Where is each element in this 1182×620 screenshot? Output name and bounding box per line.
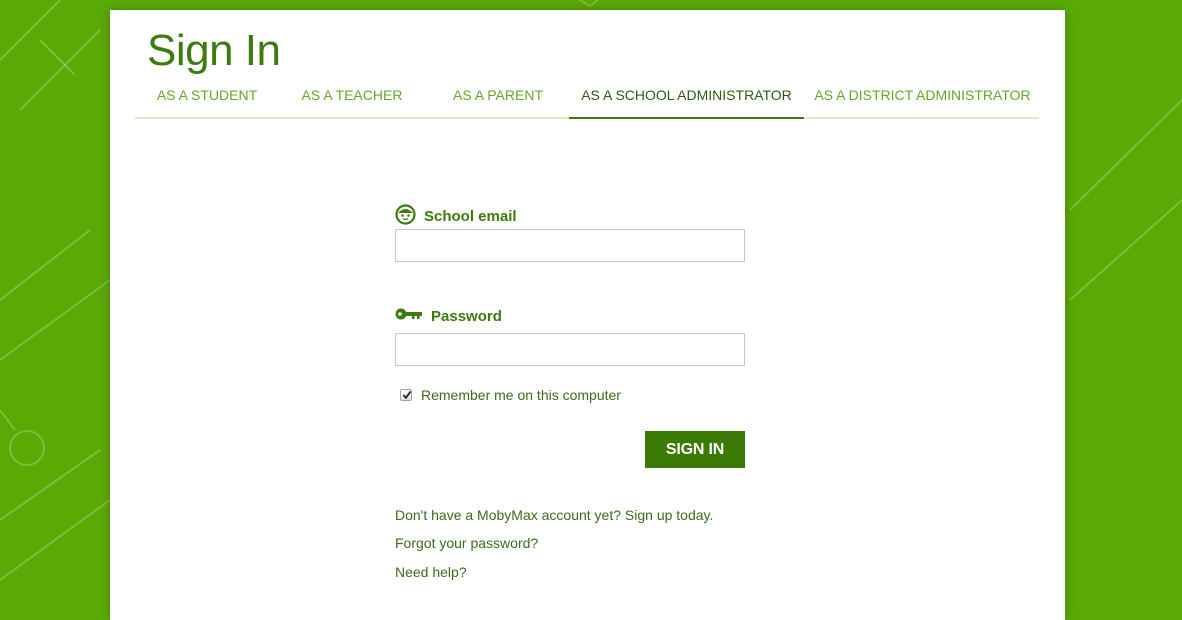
key-icon — [395, 307, 423, 325]
tab-teacher[interactable]: AS A TEACHER — [292, 80, 412, 117]
face-icon — [395, 204, 416, 229]
page-title: Sign In — [147, 26, 281, 75]
email-field[interactable] — [395, 229, 745, 262]
role-tabs: AS A STUDENT AS A TEACHER AS A PARENT AS… — [135, 80, 1039, 119]
password-field[interactable] — [395, 333, 745, 366]
checkmark-icon — [402, 390, 412, 400]
sign-in-button[interactable]: SIGN IN — [645, 431, 745, 468]
remember-checkbox[interactable] — [400, 389, 412, 401]
email-label-text: School email — [424, 208, 517, 225]
signup-link[interactable]: Don't have a MobyMax account yet? Sign u… — [395, 507, 713, 523]
tab-school-administrator[interactable]: AS A SCHOOL ADMINISTRATOR — [569, 80, 804, 119]
tab-district-administrator[interactable]: AS A DISTRICT ADMINISTRATOR — [814, 80, 1031, 117]
signin-card: Sign In AS A STUDENT AS A TEACHER AS A P… — [110, 10, 1065, 620]
help-link[interactable]: Need help? — [395, 564, 467, 580]
password-label-text: Password — [431, 307, 502, 325]
tab-student[interactable]: AS A STUDENT — [147, 80, 267, 117]
forgot-password-link[interactable]: Forgot your password? — [395, 535, 538, 551]
tab-parent[interactable]: AS A PARENT — [438, 80, 558, 117]
remember-label: Remember me on this computer — [421, 387, 621, 403]
remember-me: Remember me on this computer — [400, 387, 621, 403]
email-label: School email — [395, 204, 517, 229]
password-label: Password — [395, 307, 502, 325]
